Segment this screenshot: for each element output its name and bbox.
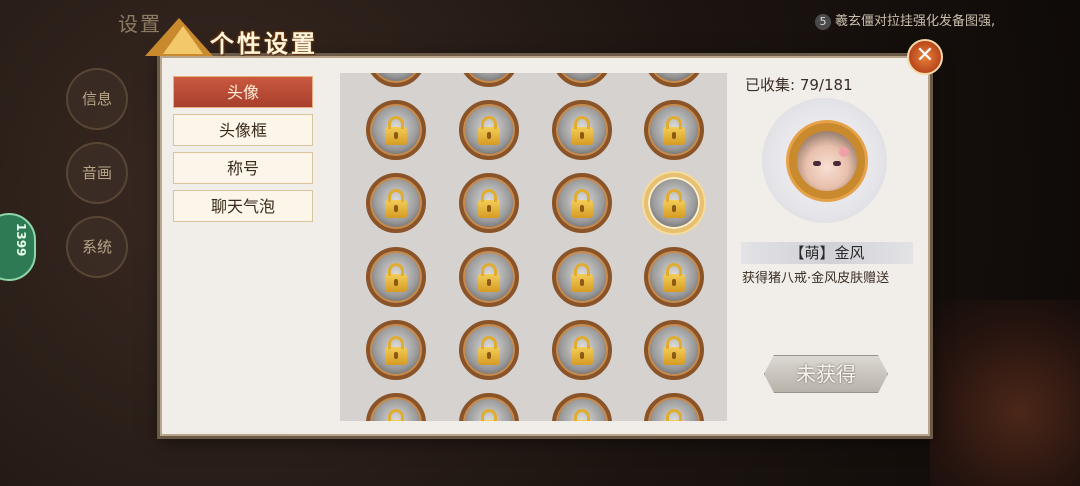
avatar-name: 【萌】金风 <box>741 242 913 264</box>
menu-item-chat-bubble[interactable]: 聊天气泡 <box>173 190 313 222</box>
close-button[interactable]: ✕ <box>907 39 943 75</box>
lock-icon <box>478 263 500 292</box>
lock-icon <box>663 189 685 218</box>
flower-icon <box>839 147 849 157</box>
avatar-slot[interactable] <box>459 320 519 380</box>
bg-tip: 5 羲玄僵对拉挂强化发备图强, <box>815 10 995 30</box>
avatar-slot[interactable] <box>644 100 704 160</box>
menu-item-title[interactable]: 称号 <box>173 152 313 184</box>
lock-icon <box>571 263 593 292</box>
avatar-slot[interactable] <box>644 73 704 87</box>
collected-count: 已收集: 79/181 <box>745 74 853 95</box>
avatar-description: 获得猪八戒·金风皮肤赠送 <box>742 271 890 286</box>
lock-icon <box>478 189 500 218</box>
bg-tab-audio: 音画 <box>66 142 128 204</box>
lock-icon <box>571 189 593 218</box>
avatar-slot[interactable] <box>552 73 612 87</box>
avatar-slot[interactable] <box>552 100 612 160</box>
avatar-slot[interactable] <box>552 393 612 421</box>
avatar-slot[interactable] <box>644 320 704 380</box>
tip-number: 5 <box>815 14 831 30</box>
bg-currency-pill: 1399 <box>0 213 36 281</box>
lock-icon <box>478 116 500 145</box>
avatar-portrait-icon <box>797 131 857 191</box>
avatar-slot[interactable] <box>644 393 704 421</box>
preview-avatar <box>786 120 868 202</box>
lock-icon <box>385 263 407 292</box>
lock-icon <box>571 116 593 145</box>
avatar-slot[interactable] <box>644 247 704 307</box>
lock-icon <box>571 409 593 421</box>
avatar-slot[interactable] <box>552 320 612 380</box>
close-icon: ✕ <box>915 43 935 68</box>
avatar-slot[interactable] <box>366 173 426 233</box>
lock-icon <box>663 116 685 145</box>
avatar-slot[interactable] <box>366 320 426 380</box>
bg-tab-info: 信息 <box>66 68 128 130</box>
menu-item-avatar-frame[interactable]: 头像框 <box>173 114 313 146</box>
avatar-slot[interactable] <box>366 100 426 160</box>
lock-icon <box>663 409 685 421</box>
lock-icon <box>385 189 407 218</box>
lock-icon <box>385 336 407 365</box>
bg-tab-system: 系统 <box>66 216 128 278</box>
avatar-slot[interactable] <box>366 247 426 307</box>
bg-pill-text: 1399 <box>14 223 28 257</box>
lock-icon <box>663 263 685 292</box>
avatar-slot[interactable] <box>366 393 426 421</box>
lock-icon <box>385 116 407 145</box>
avatar-slot-selected[interactable] <box>644 173 704 233</box>
dialog-title: 个性设置 <box>210 29 318 58</box>
lock-icon <box>478 409 500 421</box>
menu-item-avatar[interactable]: 头像 <box>173 76 313 108</box>
lock-icon <box>663 336 685 365</box>
collected-value: 79/181 <box>799 76 853 94</box>
lock-icon <box>478 336 500 365</box>
tip-text: 羲玄僵对拉挂强化发备图强, <box>835 14 996 29</box>
collected-label: 已收集: <box>745 76 796 94</box>
lock-icon <box>571 336 593 365</box>
avatar-slot[interactable] <box>459 247 519 307</box>
lock-icon <box>385 409 407 421</box>
avatar-grid[interactable] <box>340 73 727 421</box>
avatar-slot[interactable] <box>366 73 426 87</box>
avatar-slot[interactable] <box>552 247 612 307</box>
avatar-slot[interactable] <box>552 173 612 233</box>
avatar-slot[interactable] <box>459 173 519 233</box>
not-obtained-button[interactable]: 未获得 <box>764 355 888 393</box>
bg-decoration <box>930 300 1080 486</box>
avatar-slot[interactable] <box>459 73 519 87</box>
avatar-slot[interactable] <box>459 393 519 421</box>
avatar-slot[interactable] <box>459 100 519 160</box>
